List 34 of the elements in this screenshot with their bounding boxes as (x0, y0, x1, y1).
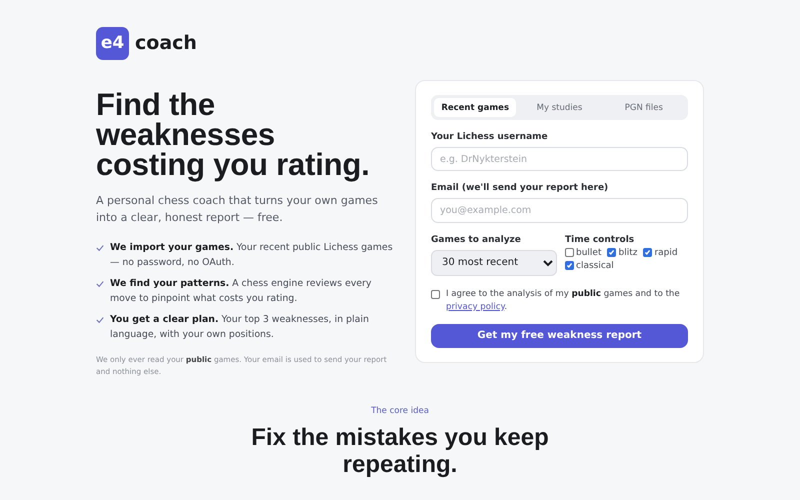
checkbox[interactable] (565, 261, 574, 270)
tab[interactable]: Recent games (434, 98, 516, 117)
checkbox[interactable] (431, 290, 440, 299)
checkbox-label: bullet (576, 248, 602, 258)
email-field[interactable]: you@example.com (431, 198, 688, 223)
check-icon (96, 244, 104, 252)
checkbox-label: rapid (654, 248, 678, 258)
privacy-link[interactable]: privacy policy (446, 302, 504, 312)
tab[interactable]: My studies (518, 98, 601, 117)
field-label: Your Lichess username (431, 132, 549, 142)
headline: Find the weaknesses costing you rating. (96, 90, 370, 180)
username-field[interactable]: e.g. DrNykterstein (431, 147, 688, 172)
consent-text: I agree to the analysis of my public games and to the privacy policy. (446, 288, 681, 314)
section-eyebrow: The core idea (371, 406, 429, 416)
feature-text: You get a clear plan. Your top 3 weaknesses, in plain language, with your own positions. (110, 313, 370, 342)
checkbox[interactable] (643, 248, 652, 258)
check-icon (96, 280, 104, 288)
checkbox-label: blitz (618, 248, 638, 258)
field-label: Games to analyze (431, 234, 522, 245)
logo-mark: e4 (96, 26, 129, 60)
checkbox[interactable] (607, 248, 616, 258)
feature-text: We import your games. Your recent public Lichess games — no password, no OAuth. (110, 241, 394, 270)
field-label: Email (we'll send your report here) (431, 183, 610, 194)
check-icon (96, 316, 104, 324)
feature-text: We find your patterns. A chess engine reviews every move to pinpoint what costs you rating. (110, 277, 372, 306)
checkbox[interactable] (565, 248, 574, 258)
games-select[interactable]: 30 most recent (431, 250, 557, 276)
checkbox-label: classical (576, 260, 614, 271)
subtitle: A personal chess coach that turns your own games into a clear, honest report — free. (96, 193, 379, 226)
brand-name: coach (135, 32, 197, 54)
submit-button[interactable]: Get my free weakness report (431, 324, 688, 348)
section-title: Fix the mistakes you keep repeating. (250, 424, 550, 478)
field-label: Time controls (565, 234, 636, 245)
tab[interactable]: PGN files (602, 98, 685, 117)
